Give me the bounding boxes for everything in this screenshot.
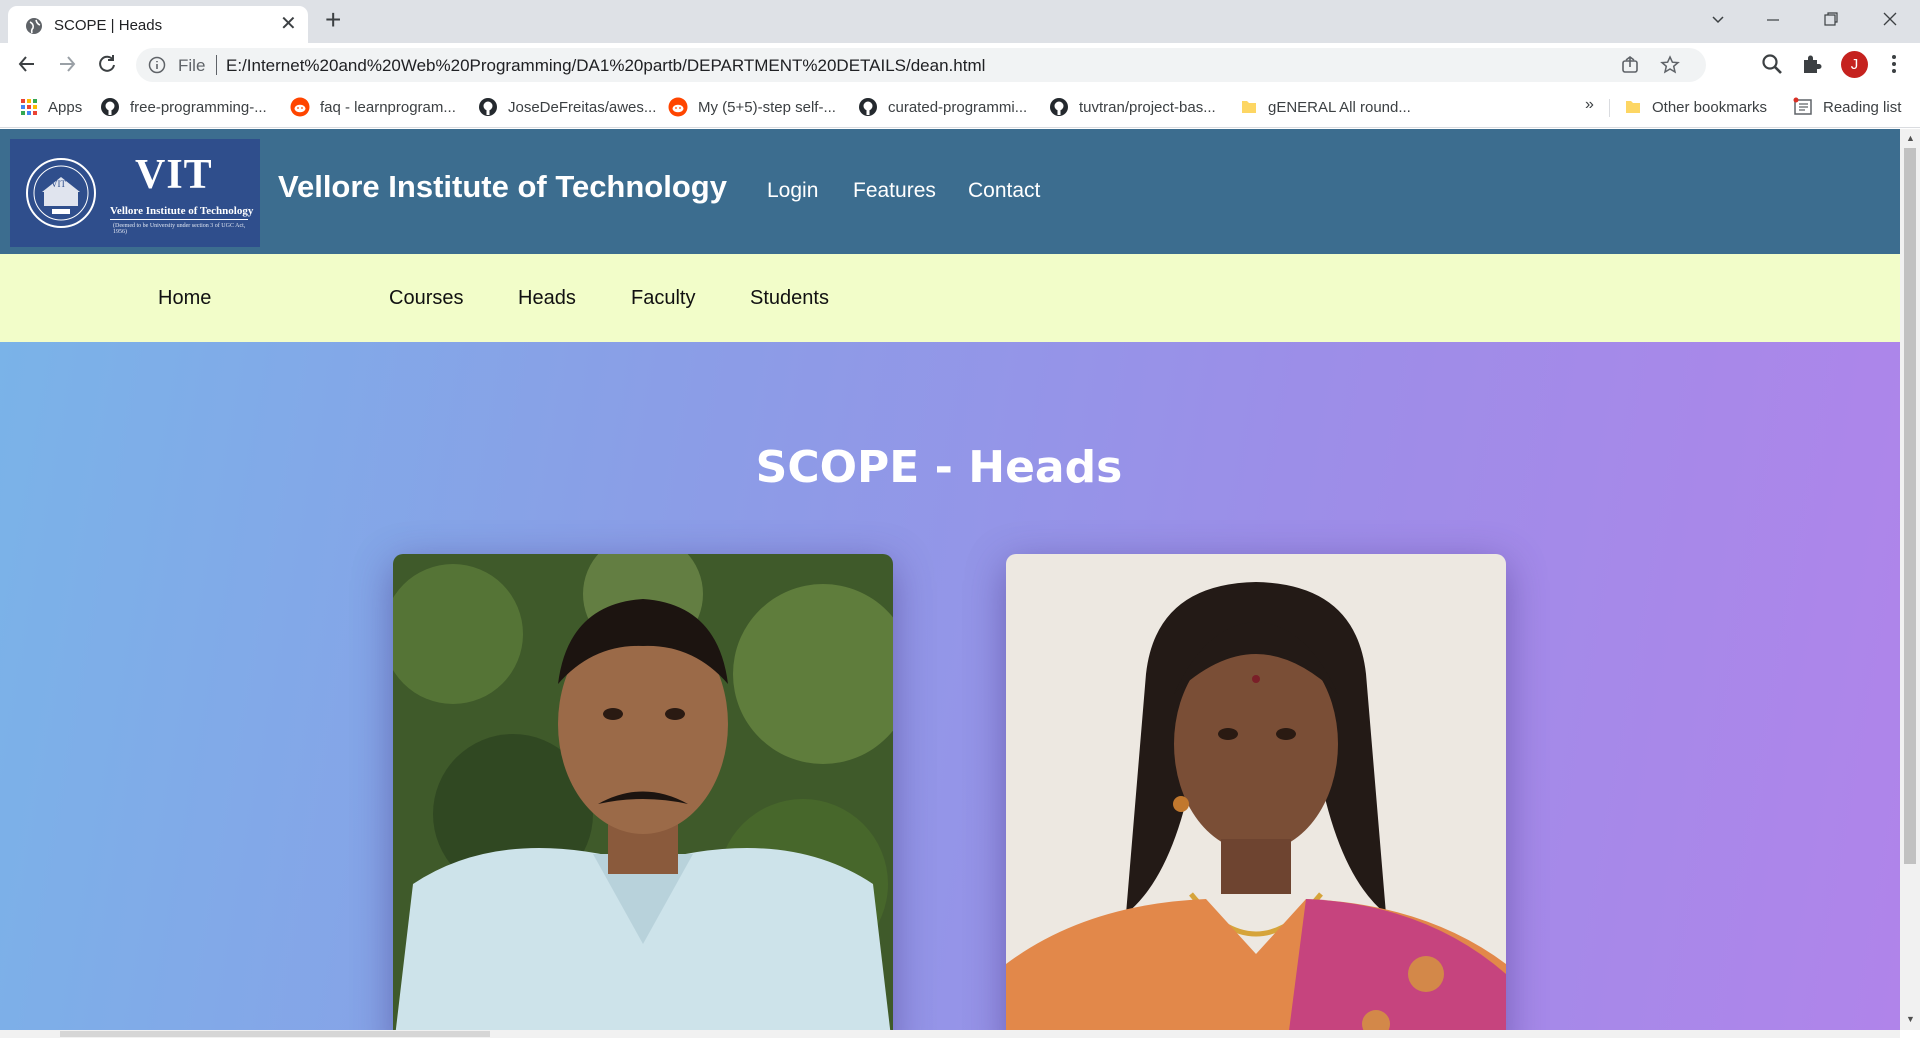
bookmark-label: curated-programmi... (888, 98, 1028, 116)
extensions-puzzle-icon[interactable] (1800, 52, 1824, 76)
bookmark-josedefreitas[interactable]: JoseDeFreitas/awes... (478, 96, 656, 118)
subnav-home-link[interactable]: Home (158, 287, 211, 310)
nav-features-link[interactable]: Features (853, 179, 936, 203)
bookmarks-bar: Apps free-programming-... faq - learnpro… (0, 86, 1920, 128)
head-card-2[interactable] (1006, 554, 1506, 1030)
bookmark-label: faq - learnprogram... (320, 98, 456, 116)
tab-title: SCOPE | Heads (54, 17, 163, 34)
logo-wordmark: VIT (135, 152, 213, 198)
tab-close-icon[interactable]: ✕ (280, 14, 297, 34)
bookmark-project-based[interactable]: tuvtran/project-bas... (1049, 96, 1216, 118)
logo-tagline: (Deemed to be University under section 3… (113, 223, 246, 235)
minimize-icon[interactable] (1765, 12, 1781, 28)
folder-icon (1626, 101, 1640, 113)
profile-avatar[interactable]: J (1841, 51, 1868, 78)
bookmark-star-icon[interactable] (1660, 55, 1680, 75)
scrollbar-thumb[interactable] (1904, 148, 1916, 864)
bookmark-label: JoseDeFreitas/awes... (508, 98, 657, 116)
site-title: Vellore Institute of Technology (278, 169, 727, 204)
globe-icon (26, 18, 42, 34)
github-icon (479, 98, 497, 116)
subnav-courses-link[interactable]: Courses (389, 287, 463, 310)
github-icon (101, 98, 119, 116)
bookmarks-overflow-chevron[interactable]: » (1585, 96, 1594, 114)
nav-contact-link[interactable]: Contact (968, 179, 1040, 203)
vit-logo[interactable]: VIT VIT Vellore Institute of Technology … (10, 139, 260, 247)
heads-section: SCOPE - Heads (0, 342, 1900, 1030)
github-icon (859, 98, 877, 116)
bookmark-other[interactable]: Other bookmarks (1624, 96, 1767, 118)
url-scheme-label: File (178, 56, 206, 75)
forward-icon[interactable] (54, 51, 80, 77)
horizontal-scrollbar[interactable] (0, 1030, 1900, 1038)
reading-list[interactable]: Reading list (1793, 96, 1901, 118)
omnibox-separator (216, 55, 217, 75)
head-2-photo (1006, 554, 1506, 1030)
site-header: VIT VIT Vellore Institute of Technology … (0, 129, 1900, 254)
bookmark-label: My (5+5)-step self-... (698, 98, 836, 116)
bookmark-label: Reading list (1823, 98, 1902, 116)
close-window-icon[interactable] (1882, 11, 1898, 27)
page-viewport: VIT VIT Vellore Institute of Technology … (0, 129, 1900, 1030)
logo-subtitle: Vellore Institute of Technology (110, 205, 254, 217)
page-heading: SCOPE - Heads (755, 442, 1123, 493)
new-tab-icon[interactable]: + (325, 6, 341, 34)
bookmark-faq[interactable]: faq - learnprogram... (290, 96, 456, 118)
address-bar[interactable]: File E:/Internet%20and%20Web%20Programmi… (136, 48, 1706, 82)
subnav-faculty-link[interactable]: Faculty (631, 287, 695, 310)
apps-grid-icon (21, 99, 37, 115)
bookmark-curated-programming[interactable]: curated-programmi... (858, 96, 1027, 118)
tab-search-chevron-icon[interactable] (1710, 12, 1726, 28)
subnav-heads-link[interactable]: Heads (518, 287, 576, 310)
head-card-1[interactable] (393, 554, 893, 1030)
bookmark-label: Other bookmarks (1652, 98, 1768, 116)
scroll-down-icon[interactable]: ▼ (1906, 1014, 1915, 1024)
university-seal-icon: VIT (26, 158, 96, 228)
url-text[interactable]: E:/Internet%20and%20Web%20Programming/DA… (226, 56, 985, 76)
info-icon[interactable] (148, 56, 166, 74)
subnav-students-link[interactable]: Students (750, 287, 829, 310)
folder-icon (1242, 101, 1256, 113)
share-icon[interactable] (1620, 55, 1640, 75)
nav-login-link[interactable]: Login (767, 179, 818, 203)
bookmark-label: tuvtran/project-bas... (1079, 98, 1216, 116)
bookmark-general[interactable]: gENERAL All round... (1240, 96, 1411, 118)
bookmark-apps[interactable]: Apps (20, 96, 82, 118)
bookmarks-divider (1609, 99, 1610, 117)
head-1-photo (393, 554, 893, 1030)
bookmark-label: free-programming-... (130, 98, 267, 116)
browser-tab[interactable]: SCOPE | Heads ✕ (8, 6, 308, 43)
github-icon (1050, 98, 1068, 116)
reload-icon[interactable] (94, 51, 120, 77)
kebab-menu-icon[interactable] (1882, 52, 1906, 76)
reddit-icon (668, 97, 688, 117)
back-icon[interactable] (14, 51, 40, 77)
bookmark-step-self[interactable]: My (5+5)-step self-... (668, 96, 836, 118)
bookmark-label: Apps (48, 98, 83, 116)
search-icon[interactable] (1760, 52, 1784, 76)
secondary-nav: Home Courses Heads Faculty Students (0, 254, 1900, 342)
scroll-up-icon[interactable]: ▲ (1906, 133, 1915, 143)
horizontal-scrollbar-thumb[interactable] (60, 1031, 490, 1037)
vertical-scrollbar[interactable]: ▲ ▼ (1900, 129, 1920, 1030)
browser-toolbar: File E:/Internet%20and%20Web%20Programmi… (0, 43, 1920, 86)
svg-text:VIT: VIT (51, 179, 66, 189)
tab-strip: SCOPE | Heads ✕ + (0, 0, 1920, 43)
restore-icon[interactable] (1823, 11, 1839, 27)
bookmark-free-programming[interactable]: free-programming-... (100, 96, 267, 118)
logo-rule (110, 219, 248, 220)
reading-list-icon (1793, 97, 1812, 115)
reddit-icon (290, 97, 310, 117)
bookmark-label: gENERAL All round... (1268, 98, 1411, 116)
